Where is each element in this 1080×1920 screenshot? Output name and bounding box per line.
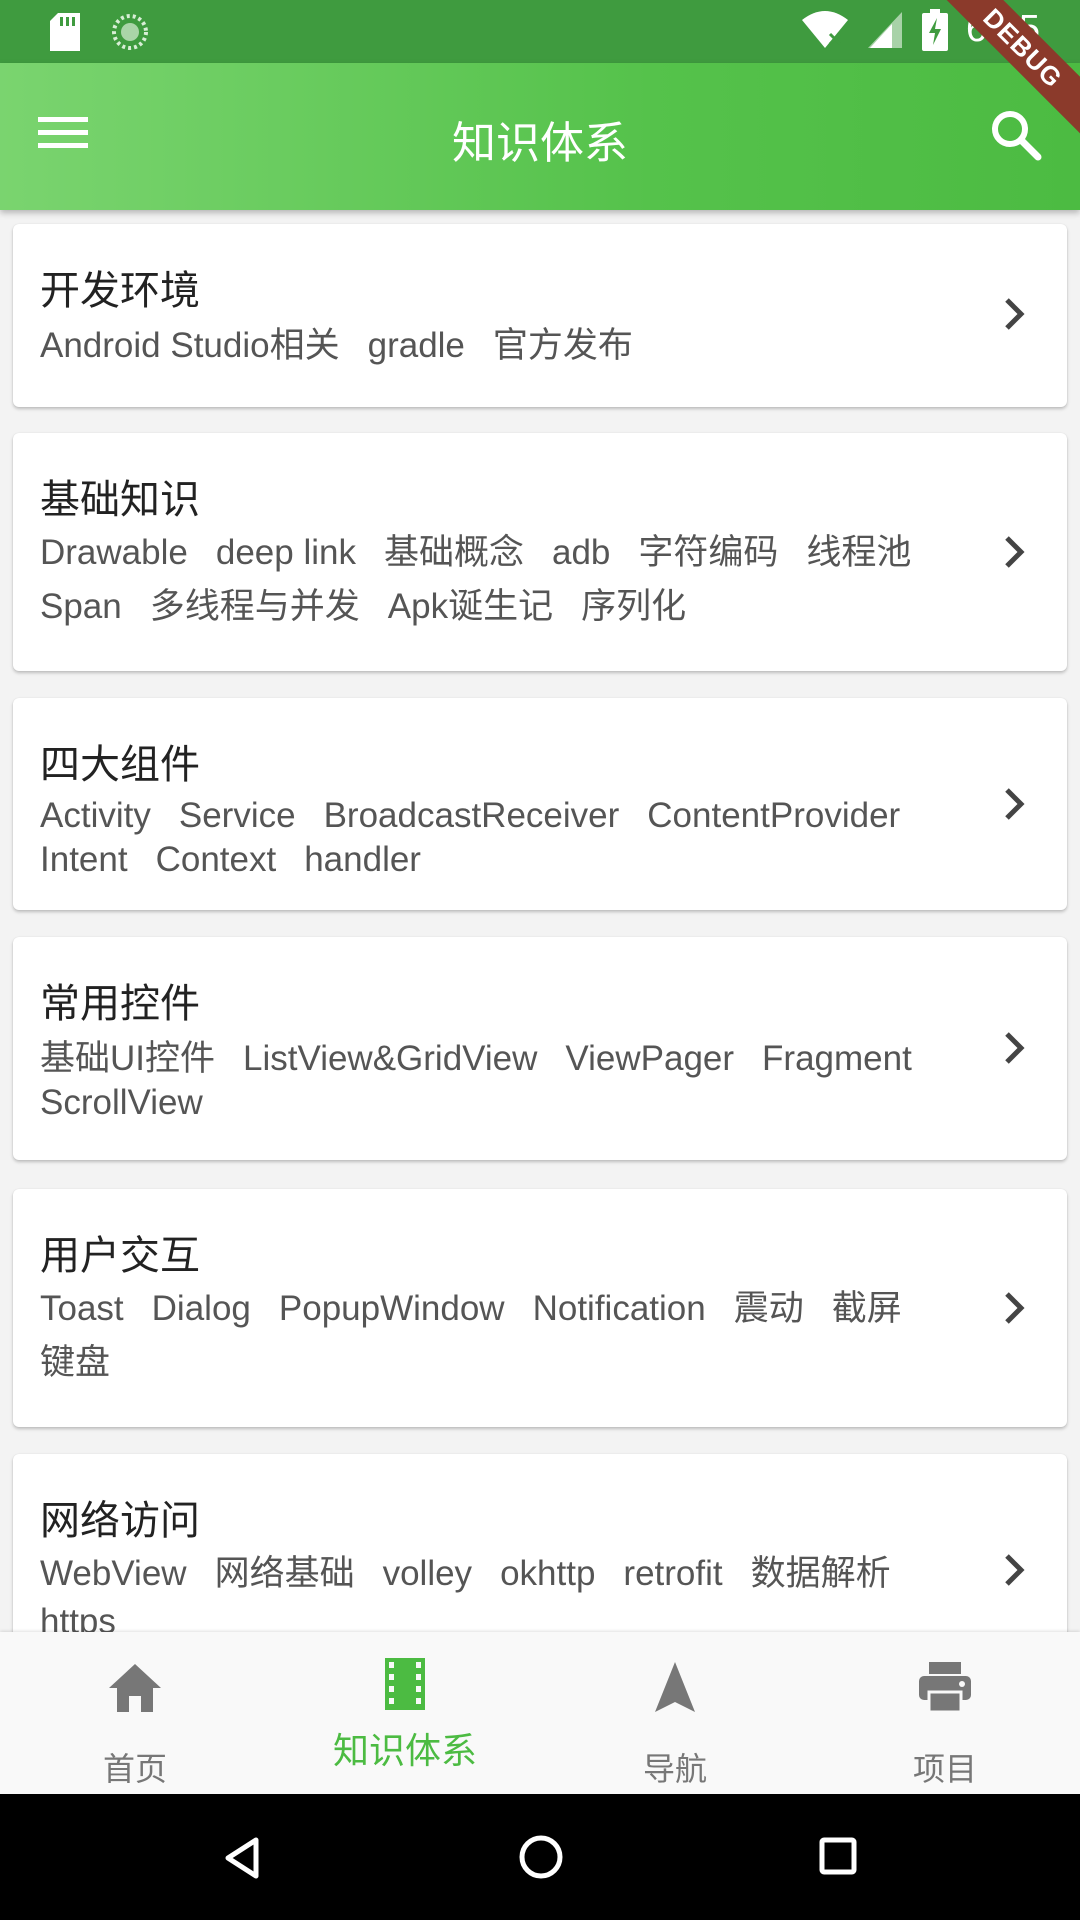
category-card[interactable]: 用户交互 Toast Dialog PopupWindow Notificati…	[13, 1189, 1067, 1427]
category-tag: ContentProvider	[647, 796, 901, 835]
recents-icon[interactable]	[818, 1836, 858, 1876]
category-tag: 序列化	[581, 586, 687, 626]
category-tag: https	[40, 1601, 116, 1632]
category-tag: BroadcastReceiver	[323, 796, 620, 835]
nav-item-home[interactable]: 首页	[0, 1632, 270, 1794]
category-card[interactable]: 常用控件 基础UI控件 ListView&GridView ViewPager …	[13, 937, 1067, 1160]
category-tag: adb	[551, 533, 611, 572]
status-bar: 6:25	[0, 0, 1080, 63]
navigation-icon	[655, 1662, 695, 1712]
category-title: 用户交互	[40, 1233, 200, 1279]
nav-label: 知识体系	[332, 1731, 477, 1772]
nav-label: 导航	[642, 1750, 707, 1788]
chevron-right-icon	[1005, 1554, 1025, 1586]
battery-charging-icon	[922, 8, 949, 51]
category-tag: 键盘	[40, 1342, 111, 1382]
wifi-icon	[802, 10, 849, 48]
category-tag: ListView&GridView	[243, 1039, 538, 1078]
category-tag: Fragment	[762, 1039, 912, 1078]
category-card[interactable]: 四大组件 Activity Service BroadcastReceiver …	[13, 698, 1067, 910]
category-tag: 多线程与并发	[149, 586, 360, 626]
category-tag: 震动	[733, 1289, 804, 1328]
nav-label: 首页	[102, 1750, 167, 1788]
category-tag: Span	[40, 586, 122, 626]
category-tag: Context	[155, 839, 277, 879]
page-title: 知识体系	[452, 118, 628, 169]
category-tag: Drawable	[40, 533, 188, 572]
app-bar: 知识体系	[0, 63, 1080, 210]
category-tag: handler	[304, 839, 421, 879]
category-title: 常用控件	[40, 981, 200, 1027]
nav-item-navigation[interactable]: 导航	[540, 1632, 810, 1794]
sync-icon	[112, 14, 148, 50]
category-tags: WebView 网络基础 volley okhttp retrofit 数据解析…	[40, 1552, 980, 1632]
category-tag: 官方发布	[492, 326, 633, 365]
category-tag: ScrollView	[40, 1082, 203, 1122]
nav-item-projects[interactable]: 项目	[810, 1632, 1080, 1794]
category-card[interactable]: 基础知识 Drawable deep link 基础概念 adb 字符编码 线程…	[13, 433, 1067, 671]
category-tag: Android Studio相关	[40, 326, 340, 365]
category-tag: PopupWindow	[278, 1289, 505, 1328]
chevron-right-icon	[1005, 298, 1025, 330]
category-tag: Toast	[40, 1289, 124, 1328]
bottom-navigation: 首页 知识体系 导航 项目	[0, 1632, 1080, 1794]
category-tag: retrofit	[623, 1554, 723, 1593]
category-card[interactable]: 开发环境 Android Studio相关 gradle 官方发布	[13, 224, 1067, 407]
category-title: 开发环境	[40, 268, 200, 314]
search-icon[interactable]	[988, 107, 1044, 163]
category-tag: 数据解析	[750, 1554, 891, 1593]
category-title: 网络访问	[40, 1498, 200, 1544]
back-icon[interactable]	[222, 1836, 262, 1880]
category-tag: deep link	[215, 533, 356, 572]
category-card[interactable]: 网络访问 WebView 网络基础 volley okhttp retrofit…	[13, 1454, 1067, 1632]
category-tag: volley	[382, 1554, 473, 1593]
home-circle-icon[interactable]	[518, 1834, 564, 1880]
category-tag: 基础UI控件	[40, 1039, 216, 1078]
chevron-right-icon	[1005, 536, 1025, 568]
category-tags: 基础UI控件 ListView&GridView ViewPager Fragm…	[40, 1037, 980, 1125]
knowledge-list[interactable]: 开发环境 Android Studio相关 gradle 官方发布 基础知识 D…	[0, 210, 1080, 1632]
signal-icon	[868, 11, 903, 48]
sd-card-icon	[50, 13, 80, 51]
category-tags: Android Studio相关 gradle 官方发布	[40, 324, 980, 368]
chevron-right-icon	[1005, 1292, 1025, 1324]
category-tag: 基础概念	[383, 533, 524, 572]
category-tag: WebView	[40, 1554, 187, 1593]
category-tag: Dialog	[151, 1289, 251, 1328]
category-tag: Apk诞生记	[387, 586, 554, 626]
nav-label: 项目	[912, 1750, 977, 1788]
category-tags: Drawable deep link 基础概念 adb 字符编码 线程池 Spa…	[40, 531, 980, 629]
category-title: 基础知识	[40, 477, 200, 523]
category-tag: 截屏	[831, 1289, 902, 1328]
print-icon	[919, 1662, 971, 1714]
category-tag: okhttp	[500, 1554, 596, 1593]
category-title: 四大组件	[40, 742, 200, 788]
category-tag: gradle	[367, 326, 465, 365]
category-tag: Notification	[532, 1289, 706, 1328]
system-navigation-bar	[0, 1794, 1080, 1920]
category-tags: Toast Dialog PopupWindow Notification 震动…	[40, 1287, 980, 1385]
home-icon	[109, 1664, 161, 1712]
chevron-right-icon	[1005, 788, 1025, 820]
category-tag: ViewPager	[565, 1039, 735, 1078]
nav-item-knowledge[interactable]: 知识体系	[270, 1632, 540, 1794]
category-tag: Activity	[40, 796, 151, 835]
category-tags: Activity Service BroadcastReceiver Conte…	[40, 794, 980, 882]
category-tag: 线程池	[806, 533, 912, 572]
category-tag: Service	[178, 796, 296, 835]
chevron-right-icon	[1005, 1032, 1025, 1064]
category-tag: 字符编码	[638, 533, 779, 572]
category-tag: 网络基础	[214, 1554, 355, 1593]
film-icon	[385, 1658, 425, 1710]
category-tag: Intent	[40, 839, 128, 879]
